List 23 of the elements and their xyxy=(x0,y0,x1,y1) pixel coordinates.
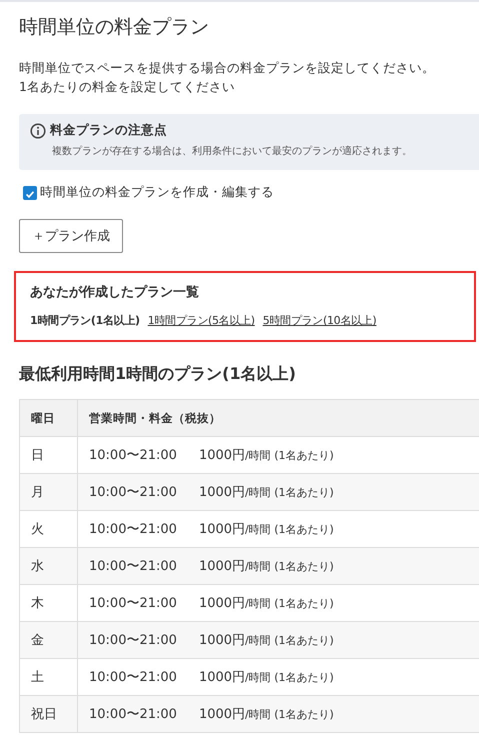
checkbox[interactable] xyxy=(23,186,37,200)
hours-price-cell: 10:00〜21:00 1000円/時間 (1名あたり) xyxy=(78,474,479,510)
notice-text: 複数プランが存在する場合は、利用条件において最安のプランが適応されます。 xyxy=(52,144,412,158)
notice-title: 料金プランの注意点 xyxy=(50,122,167,139)
page-title: 時間単位の料金プラン xyxy=(19,15,209,40)
day-cell: 祝日 xyxy=(20,696,78,732)
day-cell: 金 xyxy=(20,622,78,658)
hours-price-cell: 10:00〜21:00 1000円/時間 (1名あたり) xyxy=(78,696,479,732)
plan-title: 最低利用時間1時間のプラン(1名以上) xyxy=(19,364,296,385)
plan-list-title: あなたが作成したプラン一覧 xyxy=(30,284,199,301)
description: 時間単位でスペースを提供する場合の料金プランを設定してください。 1名あたりの料金を設定してください xyxy=(19,59,435,96)
column-header: 営業時間・料金（税抜） xyxy=(78,400,479,436)
hours-price-cell: 10:00〜21:00 1000円/時間 (1名あたり) xyxy=(78,548,479,584)
plan-link[interactable]: 1時間プラン(1名以上) xyxy=(30,313,140,328)
create-plan-button[interactable]: ＋プラン作成 xyxy=(19,219,123,253)
info-icon xyxy=(30,122,46,138)
checkbox-label[interactable]: 時間単位の料金プランを作成・編集する xyxy=(40,184,274,201)
column-header: 曜日 xyxy=(20,400,78,436)
hours-price-cell: 10:00〜21:00 1000円/時間 (1名あたり) xyxy=(78,622,479,658)
day-cell: 月 xyxy=(20,474,78,510)
plan-link[interactable]: 1時間プラン(5名以上) xyxy=(148,313,255,328)
plan-link[interactable]: 5時間プラン(10名以上) xyxy=(262,313,376,328)
day-cell: 水 xyxy=(20,548,78,584)
